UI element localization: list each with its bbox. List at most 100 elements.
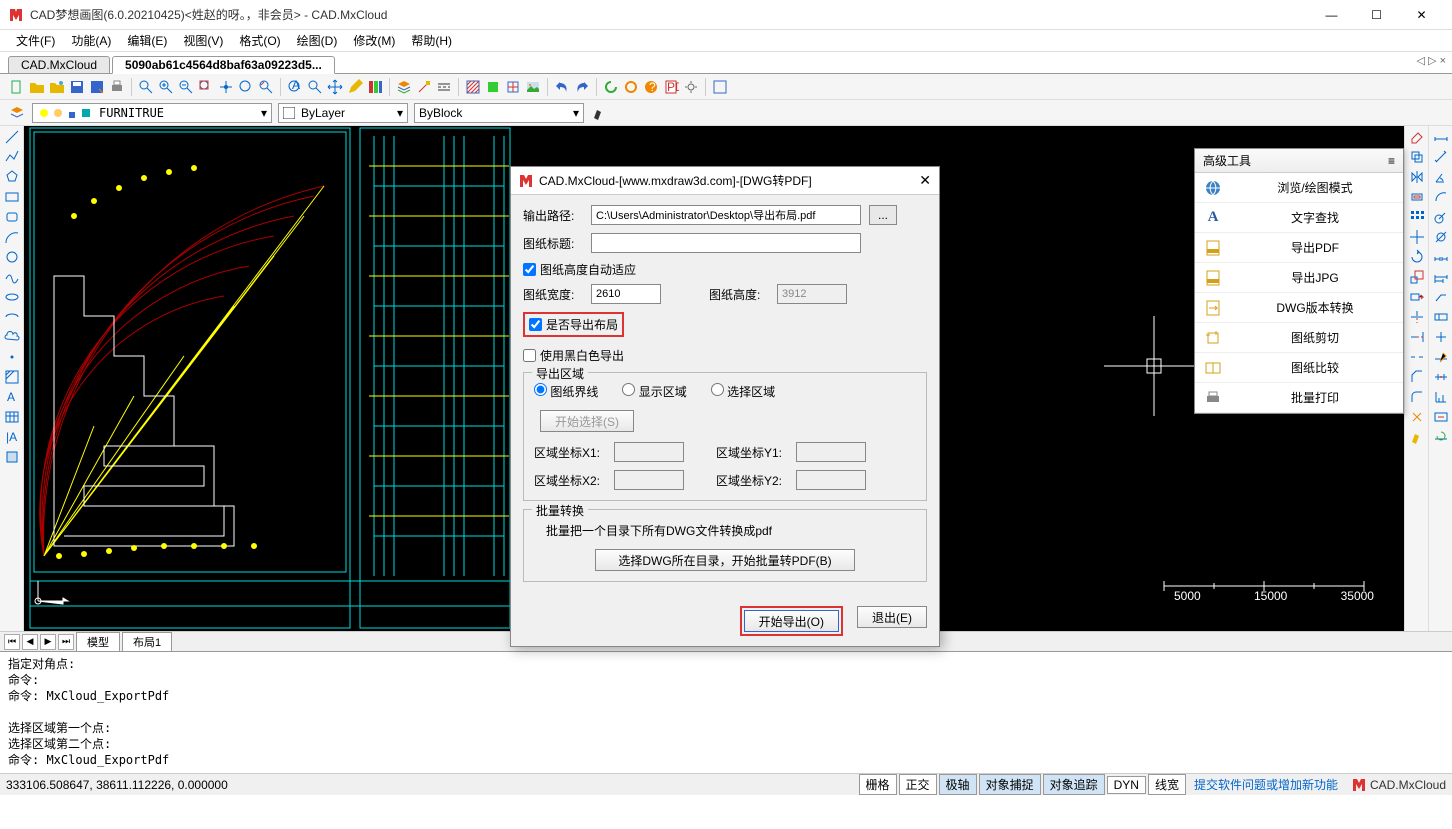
zoom-all-icon[interactable]: A bbox=[286, 78, 304, 96]
layer-manager-icon[interactable] bbox=[8, 104, 26, 122]
adv-browse-mode[interactable]: 浏览/绘图模式 bbox=[1195, 173, 1403, 203]
sheet-tab-layout1[interactable]: 布局1 bbox=[122, 632, 172, 652]
erase-icon[interactable] bbox=[1408, 128, 1426, 146]
mirror-icon[interactable] bbox=[1408, 168, 1426, 186]
auto-height-checkbox[interactable] bbox=[523, 263, 536, 276]
scale-icon[interactable] bbox=[1408, 268, 1426, 286]
table-icon[interactable] bbox=[3, 408, 21, 426]
point-icon[interactable] bbox=[3, 348, 21, 366]
polygon-icon[interactable] bbox=[3, 168, 21, 186]
radio-select-area[interactable]: 选择区域 bbox=[711, 383, 775, 400]
ellipse-icon[interactable] bbox=[3, 288, 21, 306]
adv-crop[interactable]: 图纸剪切 bbox=[1195, 323, 1403, 353]
dim-edit-icon[interactable] bbox=[1432, 348, 1450, 366]
zoom-out-icon[interactable] bbox=[177, 78, 195, 96]
move2-icon[interactable] bbox=[1408, 228, 1426, 246]
copy-icon[interactable] bbox=[1408, 148, 1426, 166]
status-lineweight[interactable]: 线宽 bbox=[1148, 774, 1186, 795]
dim-style-icon[interactable] bbox=[1432, 408, 1450, 426]
trim-icon[interactable] bbox=[1408, 308, 1426, 326]
hatch2-icon[interactable] bbox=[3, 368, 21, 386]
adv-export-pdf[interactable]: 导出PDF bbox=[1195, 233, 1403, 263]
rotate-icon[interactable] bbox=[1408, 248, 1426, 266]
spline-icon[interactable] bbox=[3, 268, 21, 286]
leader-icon[interactable] bbox=[1432, 288, 1450, 306]
rectangle-icon[interactable] bbox=[3, 188, 21, 206]
properties-icon[interactable] bbox=[366, 78, 384, 96]
zoom-window-icon[interactable] bbox=[137, 78, 155, 96]
break-icon[interactable] bbox=[1408, 348, 1426, 366]
dim-angular-icon[interactable] bbox=[1432, 168, 1450, 186]
browse-button[interactable]: ... bbox=[869, 205, 897, 225]
sheet-nav-first[interactable]: ⏮ bbox=[4, 634, 20, 650]
adv-compare[interactable]: 图纸比较 bbox=[1195, 353, 1403, 383]
status-ortho[interactable]: 正交 bbox=[899, 774, 937, 795]
status-grid[interactable]: 栅格 bbox=[859, 774, 897, 795]
status-otrack[interactable]: 对象追踪 bbox=[1043, 774, 1105, 795]
menu-edit[interactable]: 编辑(E) bbox=[119, 30, 175, 51]
output-path-input[interactable] bbox=[591, 205, 861, 225]
zoom-scale-icon[interactable] bbox=[306, 78, 324, 96]
move-icon[interactable] bbox=[326, 78, 344, 96]
block-icon[interactable] bbox=[484, 78, 502, 96]
polyline-icon[interactable] bbox=[3, 148, 21, 166]
fullscreen-icon[interactable] bbox=[711, 78, 729, 96]
brush2-icon[interactable] bbox=[1408, 428, 1426, 446]
adv-batch-print[interactable]: 批量打印 bbox=[1195, 383, 1403, 413]
zoom-in-icon[interactable] bbox=[157, 78, 175, 96]
export-layout-checkbox[interactable] bbox=[529, 318, 542, 331]
sheet-tab-model[interactable]: 模型 bbox=[76, 632, 120, 652]
chamfer-icon[interactable] bbox=[1408, 368, 1426, 386]
undo-icon[interactable] bbox=[553, 78, 571, 96]
sheet-nav-next[interactable]: ▶ bbox=[40, 634, 56, 650]
menu-help[interactable]: 帮助(H) bbox=[403, 30, 460, 51]
region-icon[interactable] bbox=[3, 448, 21, 466]
minimize-button[interactable]: — bbox=[1309, 1, 1354, 29]
status-polar[interactable]: 极轴 bbox=[939, 774, 977, 795]
adv-export-jpg[interactable]: 导出JPG bbox=[1195, 263, 1403, 293]
adv-text-find[interactable]: A文字查找 bbox=[1195, 203, 1403, 233]
save-icon[interactable] bbox=[68, 78, 86, 96]
circle-icon[interactable] bbox=[3, 248, 21, 266]
extend-icon[interactable] bbox=[1408, 328, 1426, 346]
maximize-button[interactable]: ☐ bbox=[1354, 1, 1399, 29]
tolerance-icon[interactable] bbox=[1432, 308, 1450, 326]
batch-select-button[interactable]: 选择DWG所在目录，开始批量转PDF(B) bbox=[595, 549, 855, 571]
tab-nav-controls[interactable]: ◁ ▷ × bbox=[1417, 54, 1446, 67]
menu-modify[interactable]: 修改(M) bbox=[345, 30, 403, 51]
dim-baseline-icon[interactable] bbox=[1432, 268, 1450, 286]
menu-function[interactable]: 功能(A) bbox=[63, 30, 119, 51]
edit-icon[interactable] bbox=[346, 78, 364, 96]
adv-dwg-convert[interactable]: DWG版本转换 bbox=[1195, 293, 1403, 323]
insert-icon[interactable] bbox=[504, 78, 522, 96]
help-icon[interactable]: ? bbox=[642, 78, 660, 96]
line-icon[interactable] bbox=[3, 128, 21, 146]
start-export-button[interactable]: 开始导出(O) bbox=[744, 610, 839, 632]
stretch-icon[interactable] bbox=[1408, 288, 1426, 306]
match-icon[interactable] bbox=[415, 78, 433, 96]
tab-cloud[interactable]: CAD.MxCloud bbox=[8, 56, 110, 73]
fillet-icon[interactable] bbox=[1408, 388, 1426, 406]
layer-combo[interactable]: FURNITRUE ▾ bbox=[32, 103, 272, 123]
exit-button[interactable]: 退出(E) bbox=[857, 606, 927, 628]
open-icon[interactable] bbox=[28, 78, 46, 96]
close-button[interactable]: ✕ bbox=[1399, 1, 1444, 29]
text-icon[interactable]: A bbox=[3, 388, 21, 406]
brush-icon[interactable] bbox=[590, 104, 608, 122]
status-osnap[interactable]: 对象捕捉 bbox=[979, 774, 1041, 795]
menu-file[interactable]: 文件(F) bbox=[8, 30, 63, 51]
linetype-icon[interactable] bbox=[435, 78, 453, 96]
center-mark-icon[interactable] bbox=[1432, 328, 1450, 346]
linetype-combo[interactable]: ByBlock ▾ bbox=[414, 103, 584, 123]
width-input[interactable] bbox=[591, 284, 661, 304]
dim-linear-icon[interactable] bbox=[1432, 128, 1450, 146]
offset-icon[interactable] bbox=[1408, 188, 1426, 206]
zoom-extents-icon[interactable] bbox=[197, 78, 215, 96]
redo-icon[interactable] bbox=[573, 78, 591, 96]
saveas-icon[interactable] bbox=[88, 78, 106, 96]
sheet-nav-last[interactable]: ⏭ bbox=[58, 634, 74, 650]
sheet-title-input[interactable] bbox=[591, 233, 861, 253]
dim-radius-icon[interactable] bbox=[1432, 208, 1450, 226]
radio-display-area[interactable]: 显示区域 bbox=[622, 383, 686, 400]
refresh-icon[interactable] bbox=[602, 78, 620, 96]
